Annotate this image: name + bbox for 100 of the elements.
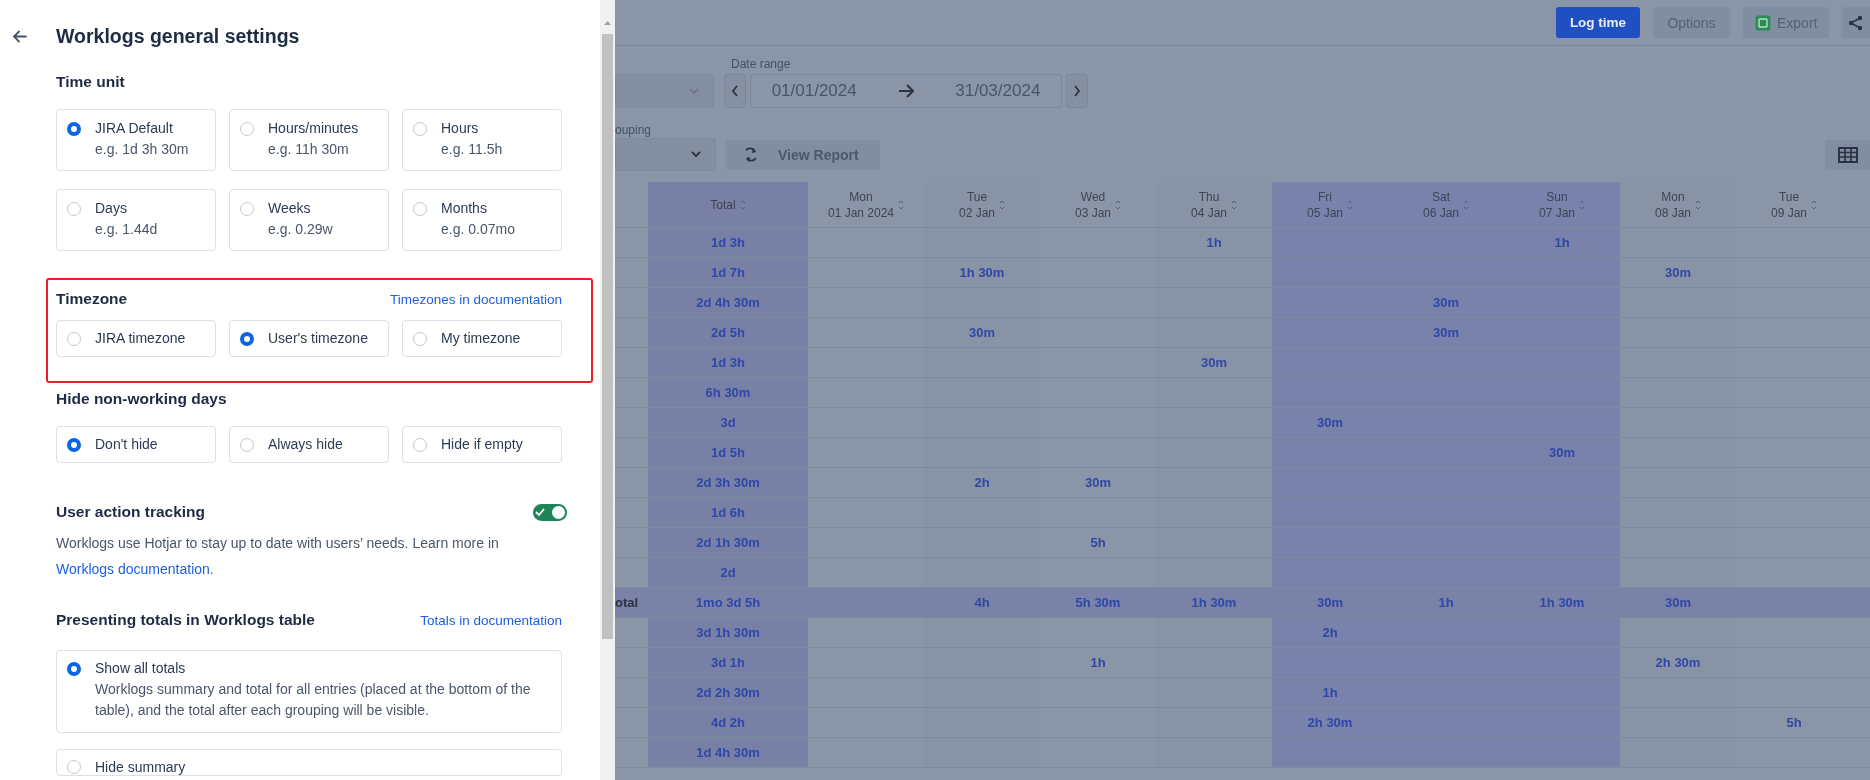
table-cell: 1d 3h [648,348,808,378]
option-example: e.g. 0.29w [268,220,333,239]
table-cell: 30m [1272,408,1388,438]
sort-icon [1231,199,1237,210]
documentation-link[interactable]: Totals in documentation [420,612,562,628]
option-card[interactable]: JIRA Default e.g. 1d 3h 30m [56,109,216,171]
option-card[interactable]: Hours/minutes e.g. 11h 30m [229,109,389,171]
option-card[interactable]: Days e.g. 1.44d [56,189,216,251]
option-label: JIRA timezone [95,329,186,348]
table-cell: 1h [1272,678,1388,708]
date-text: 31/03/2024 [955,81,1041,101]
option-card[interactable]: Don't hide [56,426,216,463]
table-cell: 2d 2h 30m [648,678,808,708]
option-card[interactable]: Hide if empty [402,426,562,463]
select-field[interactable] [615,138,716,171]
option-card[interactable]: Weeks e.g. 0.29w [229,189,389,251]
chevron-left-icon [731,85,739,97]
scrollbar[interactable] [600,0,615,780]
option-label: Show all totals [95,659,187,678]
table-cell: 5h [1736,708,1852,738]
radio-button[interactable] [240,331,254,346]
table-cell: 6h 30m [648,378,808,408]
table-cell: 2d 3h 30m [648,468,808,498]
section-title: User action tracking [56,503,206,521]
table-header-cell[interactable]: Tue 09 Jan [1736,182,1852,228]
table-cell: 2d 4h 30m [648,288,808,318]
documentation-link[interactable]: Worklogs documentation. [56,561,214,577]
table-cell: 1h 30m [1156,588,1272,618]
option-card[interactable]: Hours e.g. 11.5h [402,109,562,171]
radio-button[interactable] [413,331,427,346]
table-cell: 1h [1388,588,1504,618]
sort-icon [898,199,905,210]
radio-button[interactable] [413,202,427,216]
panel-title: Worklogs general settings [56,24,300,48]
radio-button[interactable] [240,437,254,452]
option-label: Hours [441,119,480,138]
option-label: Don't hide [95,435,158,454]
option-label: Hours/minutes [268,119,359,138]
sort-icon [739,199,746,210]
table-cell: 2d 1h 30m [648,528,808,558]
option-label: Days [95,199,128,218]
check-icon [535,507,545,517]
toolbar-button[interactable]: Log time [1556,7,1640,38]
documentation-link[interactable]: Timezones in documentation [389,291,562,307]
option-label: Months [441,199,488,218]
date-text: 01/01/2024 [771,81,857,101]
table-cell: 1d 5h [648,438,808,468]
sort-icon [999,199,1005,210]
section-title: Time unit [56,73,125,91]
radio-button[interactable] [413,437,427,452]
radio-button[interactable] [67,122,81,136]
previous-button[interactable] [724,74,746,108]
toggle-switch[interactable] [533,503,567,521]
back-button[interactable] [12,28,28,44]
radio-button[interactable] [67,760,81,774]
next-button[interactable] [1066,74,1088,108]
table-cell: 4h [924,588,1040,618]
share-icon [1848,14,1863,31]
option-example: e.g. 1d 3h 30m [95,140,189,159]
section-title: Timezone [56,290,128,308]
radio-button[interactable] [67,662,81,676]
scrollbar-thumb[interactable] [602,34,613,639]
radio-button[interactable] [413,122,427,136]
description-text: Worklogs use Hotjar to stay up to date with users’ needs. Learn more in Worklogs documentation. [56,534,500,579]
table-cell: 3d 1h [648,648,808,678]
table-cell: 3d [648,408,808,438]
table-cell: 1d 6h [648,498,808,528]
table-cell: 1d 7h [648,258,808,288]
option-card[interactable]: User's timezone [229,320,389,357]
option-card[interactable]: My timezone [402,320,562,357]
option-label: My timezone [441,329,521,348]
arrow-right-icon [898,83,914,99]
select-field[interactable] [615,74,714,108]
option-card[interactable]: Show all totals Worklogs summary and total for all entries (placed at the bottom of the table), and the total after each grouping will be visible. [56,650,562,733]
spreadsheet-icon [1755,14,1771,31]
radio-button[interactable] [240,122,254,136]
option-card[interactable]: Months e.g. 0.07mo [402,189,562,251]
table-cell: 30m [1504,438,1620,468]
table-cell: 1mo 3d 5h [648,588,808,618]
table-cell: 30m [1388,318,1504,348]
radio-button[interactable] [240,202,254,216]
back-arrow-icon [12,28,28,44]
option-card[interactable]: JIRA timezone [56,320,216,357]
radio-button[interactable] [67,437,81,452]
option-card[interactable]: Always hide [229,426,389,463]
option-label: User's timezone [268,329,368,348]
share-button[interactable] [1842,7,1870,38]
field-label: ouping [615,123,653,138]
section-title: Hide non-working days [56,390,227,408]
sort-icon [1811,199,1817,210]
table-icon [1838,146,1858,163]
table-cell: 2d 5h [648,318,808,348]
table-cell: 5h 30m [1040,588,1156,618]
radio-button[interactable] [67,331,81,346]
table-view-button[interactable] [1825,139,1870,170]
option-label: JIRA Default [95,119,174,138]
option-card[interactable]: Hide summary [56,749,562,776]
field-label: Date range [731,57,792,72]
table-cell: 1d 3h [648,228,808,258]
radio-button[interactable] [67,202,81,216]
